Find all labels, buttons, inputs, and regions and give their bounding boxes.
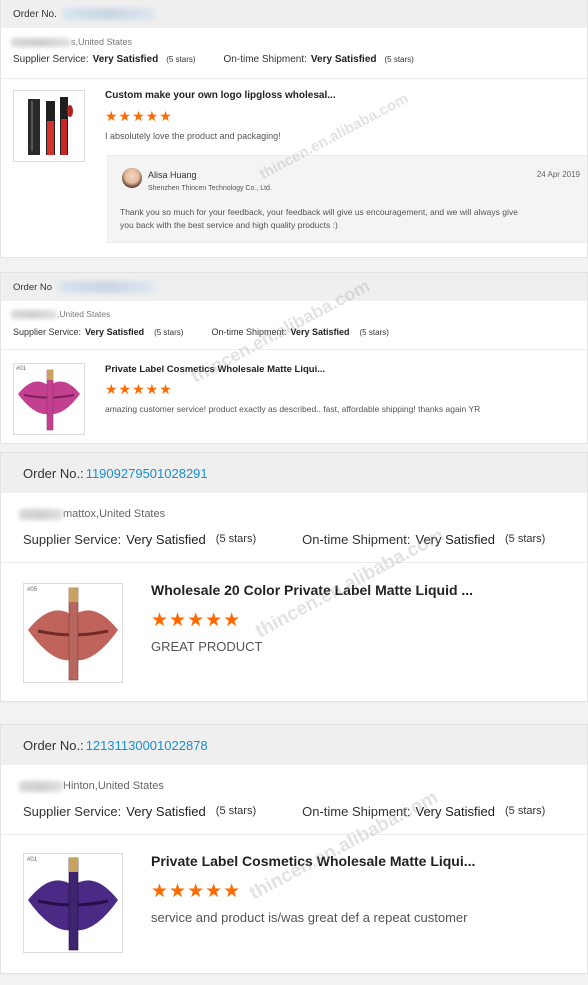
- order-number-redacted: [62, 8, 155, 20]
- lip-swatch-image: [18, 369, 80, 431]
- order-header: Order No.: 12131130001022878: [1, 725, 587, 765]
- supplier-service-value: Very Satisfied: [85, 327, 145, 337]
- supplier-service-label: Supplier Service:: [23, 531, 122, 547]
- supplier-service-label: Supplier Service:: [13, 53, 89, 65]
- buyer-location: s,United States: [1, 34, 587, 50]
- shade-tag: #01: [16, 366, 27, 372]
- supplier-service-label: Supplier Service:: [13, 327, 82, 337]
- product-thumbnail[interactable]: #05: [23, 583, 123, 683]
- shipment-value: Very Satisfied: [415, 803, 496, 819]
- lipgloss-product-image: [28, 97, 73, 155]
- order-number-label: Order No: [13, 281, 53, 293]
- reply-text-line2: you back with the best service and high …: [120, 220, 338, 230]
- review-text: GREAT PRODUCT: [151, 639, 263, 654]
- service-ratings: Supplier Service: Very Satisfied (5 star…: [1, 323, 587, 341]
- shipment-value: Very Satisfied: [290, 327, 350, 337]
- reply-date: 24 Apr 2019: [536, 170, 580, 179]
- shipment-value: Very Satisfied: [415, 531, 496, 547]
- rating-stars: ★★★★★: [151, 610, 242, 631]
- order-number-label: Order No.:: [23, 465, 84, 481]
- avatar: [122, 168, 142, 188]
- review-text: service and product is/was great def a r…: [151, 910, 468, 925]
- order-card: Order No.: 12131130001022878 Hinton,Unit…: [0, 724, 588, 974]
- order-header: Order No.: 11909279501028291: [1, 453, 587, 493]
- shipment-label: On-time Shipment:: [302, 531, 411, 547]
- order-header: Order No: [1, 273, 587, 301]
- shipment-stars: (5 stars): [505, 805, 546, 817]
- supplier-service-value: Very Satisfied: [92, 53, 159, 65]
- product-thumbnail[interactable]: [13, 90, 85, 162]
- order-number-link[interactable]: 11909279501028291: [86, 466, 208, 481]
- product-title[interactable]: Custom make your own logo lipgloss whole…: [105, 90, 336, 101]
- rating-stars: ★★★★★: [105, 381, 173, 397]
- product-title[interactable]: Private Label Cosmetics Wholesale Matte …: [151, 853, 475, 869]
- buyer-location: ,United States: [1, 307, 587, 321]
- supplier-service-value: Very Satisfied: [126, 531, 206, 547]
- order-card: Order No.: 11909279501028291 mattox,Unit…: [0, 452, 588, 702]
- service-ratings: Supplier Service: Very Satisfied (5 star…: [1, 50, 587, 68]
- shade-tag: #05: [27, 587, 38, 593]
- supplier-service-stars: (5 stars): [154, 327, 184, 337]
- buyer-location: mattox,United States: [1, 505, 587, 523]
- buyer-location: Hinton,United States: [1, 777, 587, 795]
- order-number-redacted: [58, 281, 155, 293]
- shipment-stars: (5 stars): [505, 533, 546, 545]
- reply-company: Shenzhen Thincen Technology Co., Ltd.: [148, 185, 272, 192]
- supplier-service-label: Supplier Service:: [23, 803, 122, 819]
- product-title[interactable]: Wholesale 20 Color Private Label Matte L…: [151, 582, 473, 598]
- shipment-value: Very Satisfied: [310, 53, 377, 65]
- rating-stars: ★★★★★: [105, 108, 173, 124]
- lip-swatch-image: [28, 587, 118, 681]
- order-card: Order No. s,United States Supplier Servi…: [0, 0, 588, 258]
- service-ratings: Supplier Service: Very Satisfied (5 star…: [1, 528, 587, 550]
- product-title[interactable]: Private Label Cosmetics Wholesale Matte …: [105, 364, 325, 375]
- product-thumbnail[interactable]: #01: [23, 853, 123, 953]
- supplier-reply: Alisa Huang Shenzhen Thincen Technology …: [107, 155, 587, 243]
- rating-stars: ★★★★★: [151, 881, 242, 902]
- shade-tag: #01: [27, 857, 38, 863]
- reply-author-name: Alisa Huang: [148, 170, 197, 180]
- shipment-label: On-time Shipment:: [302, 803, 411, 819]
- order-card: Order No ,United States Supplier Service…: [0, 272, 588, 444]
- order-number-label: Order No.: [13, 8, 57, 20]
- supplier-service-stars: (5 stars): [166, 54, 196, 64]
- reply-text-line1: Thank you so much for your feedback, you…: [120, 207, 518, 217]
- shipment-stars: (5 stars): [359, 327, 389, 337]
- order-number-link[interactable]: 12131130001022878: [86, 738, 208, 753]
- review-text: amazing customer service! product exactl…: [105, 404, 481, 414]
- supplier-service-stars: (5 stars): [215, 805, 257, 817]
- lip-swatch-image: [28, 857, 118, 951]
- order-number-label: Order No.:: [23, 737, 84, 753]
- service-ratings: Supplier Service: Very Satisfied (5 star…: [1, 800, 587, 822]
- product-thumbnail[interactable]: #01: [13, 363, 85, 435]
- review-text: I absolutely love the product and packag…: [105, 131, 281, 141]
- shipment-label: On-time Shipment:: [211, 327, 287, 337]
- supplier-service-value: Very Satisfied: [126, 803, 206, 819]
- shipment-label: On-time Shipment:: [223, 53, 307, 65]
- supplier-service-stars: (5 stars): [215, 533, 257, 545]
- order-header: Order No.: [1, 0, 587, 28]
- shipment-stars: (5 stars): [384, 54, 414, 64]
